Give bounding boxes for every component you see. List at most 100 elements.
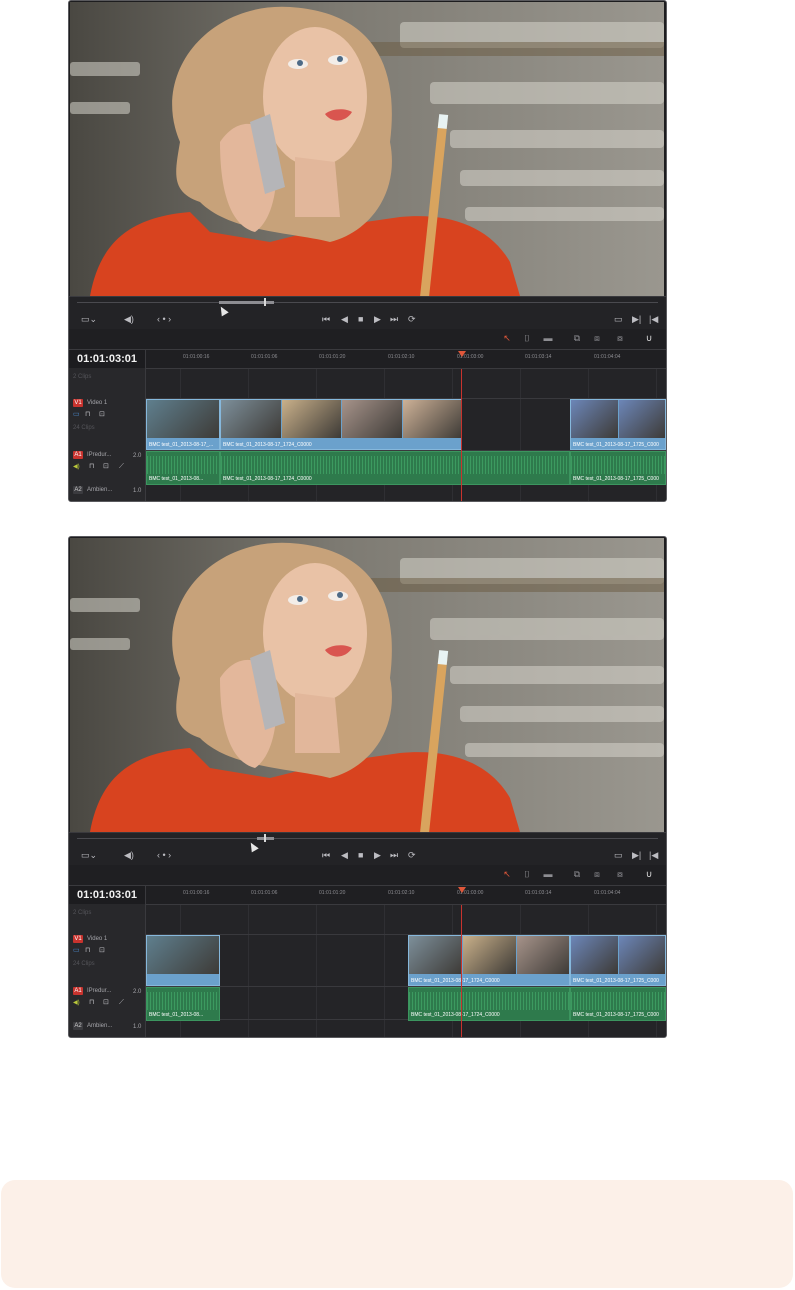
mark-in-icon[interactable]: ▶| xyxy=(632,314,641,324)
overwrite-icon[interactable]: ⧈ xyxy=(591,869,603,879)
audio-lock-icon[interactable]: ⊓ xyxy=(89,462,94,472)
v2-clips-count: 2 Clips xyxy=(73,374,92,380)
stop-icon[interactable]: ■ xyxy=(358,850,363,860)
scrub-knob[interactable] xyxy=(264,834,266,842)
audio-clip[interactable]: BMC test_01_2013-08-17_1724_C0000 xyxy=(408,987,570,1021)
replace-icon[interactable]: ⧇ xyxy=(614,869,626,879)
mark-in-icon[interactable]: ▶| xyxy=(632,850,641,860)
speaker-icon[interactable]: ◀) xyxy=(124,850,134,860)
clip-thumbnail xyxy=(281,400,341,438)
replace-icon[interactable]: ⧇ xyxy=(614,333,626,343)
timeline-tracks: BMC test_01_2013-08-17_... BMC test_01_20… xyxy=(146,369,666,501)
snap-icon[interactable]: ∪ xyxy=(643,333,655,343)
jog-icon[interactable]: ‹ • › xyxy=(157,850,171,860)
insert-icon[interactable]: ⧉ xyxy=(571,333,583,343)
viewer-frame-image xyxy=(70,538,664,832)
auto-select-icon[interactable]: ⊡ xyxy=(99,410,105,420)
play-icon[interactable]: ▶ xyxy=(374,850,381,860)
arrow-tool-icon[interactable]: ↖ xyxy=(501,869,513,879)
track-tag-a1[interactable]: A1 xyxy=(73,987,83,995)
clip-thumbnail xyxy=(342,400,402,438)
play-icon[interactable]: ▶ xyxy=(374,314,381,324)
audio-clip[interactable]: BMC test_01_2013-08... xyxy=(146,987,220,1021)
track-tag-a2[interactable]: A2 xyxy=(73,1022,83,1030)
snap-icon[interactable]: ∪ xyxy=(643,869,655,879)
scrub-track[interactable] xyxy=(77,838,658,839)
playhead-knob[interactable] xyxy=(458,351,466,357)
lock-icon[interactable]: ⊓ xyxy=(85,410,90,420)
trim-tool-icon[interactable]: ⌷ xyxy=(521,333,533,343)
lock-icon[interactable]: ⊓ xyxy=(85,946,90,956)
stop-icon[interactable]: ■ xyxy=(358,314,363,324)
audio-waveform xyxy=(147,992,219,1010)
jog-icon[interactable]: ‹ • › xyxy=(157,314,171,324)
loop-range-icon[interactable]: ▭ xyxy=(614,314,623,324)
monitor-icon[interactable]: ▭⌄ xyxy=(81,314,97,324)
track-tag-v1[interactable]: V1 xyxy=(73,399,83,407)
audio-clip-label: BMC test_01_2013-08... xyxy=(149,1012,204,1018)
monitor-track-icon[interactable]: ▭ xyxy=(73,410,80,420)
track-tag-v1[interactable]: V1 xyxy=(73,935,83,943)
clip-thumbnail xyxy=(409,936,462,974)
monitor-icon[interactable]: ▭⌄ xyxy=(81,850,97,860)
loop-icon[interactable]: ⟳ xyxy=(408,314,416,324)
video-clip[interactable]: BMC test_01_2013-08-17_1725_C000 xyxy=(570,935,666,986)
skip-start-icon[interactable]: ⏮ xyxy=(322,314,330,324)
timeline-ruler[interactable]: 01:01:00:16 01:01:01:06 01:01:01:20 01:01:0… xyxy=(146,886,666,905)
audio-clip-label: BMC test_01_2013-08-17_1724_C0000 xyxy=(411,1012,500,1018)
viewer[interactable] xyxy=(70,538,664,832)
monitor-track-icon[interactable]: ▭ xyxy=(73,946,80,956)
audio-lock-icon[interactable]: ⊓ xyxy=(89,998,94,1008)
skip-end-icon[interactable]: ⏭ xyxy=(390,850,398,860)
audio-monitor-icon[interactable]: ◀) xyxy=(73,462,80,472)
audio-clip[interactable]: BMC test_01_2013-08-17_1724_C0000 xyxy=(220,451,570,485)
loop-range-icon[interactable]: ▭ xyxy=(614,850,623,860)
loop-icon[interactable]: ⟳ xyxy=(408,850,416,860)
track-tag-a1[interactable]: A1 xyxy=(73,451,83,459)
ruler-label: 01:01:01:06 xyxy=(251,890,278,896)
grid-line xyxy=(384,905,385,1037)
audio-clip[interactable]: BMC test_01_2013-08... xyxy=(146,451,220,485)
audio-clip[interactable]: BMC test_01_2013-08-17_1725_C000 xyxy=(570,987,666,1021)
video-clip[interactable]: BMC test_01_2013-08-17_1724_C0000 xyxy=(220,399,462,450)
grid-line xyxy=(248,905,249,1037)
video-clip[interactable]: BMC test_01_2013-08-17_... xyxy=(146,399,220,450)
playhead-line xyxy=(461,369,462,501)
track-header-column: 01:01:03:01 2 Clips V1 Video 1 ⊓ ▭ ⊡ 24 Clips A1… xyxy=(69,886,146,1037)
arrow-tool-icon[interactable]: ↖ xyxy=(501,333,513,343)
waveform-icon[interactable]: ⟋ xyxy=(119,998,124,1008)
video-clip[interactable]: BMC test_01_2013-08-17_1724_C0000 xyxy=(408,935,570,986)
clip-thumbnail xyxy=(571,936,618,974)
clip-thumbnails xyxy=(147,400,219,438)
ruler-label: 01:01:00:16 xyxy=(183,354,210,360)
viewer-frame-image xyxy=(70,2,664,296)
blade-tool-icon[interactable]: ▬ xyxy=(542,869,554,879)
transport-bar: ▭⌄ ◀) ‹ • › ⏮ ◀ ■ ▶ ⏭ ⟳ ▭ ▶| |◀ xyxy=(69,296,666,329)
audio-select-icon[interactable]: ⊡ xyxy=(103,462,109,472)
speaker-icon[interactable]: ◀) xyxy=(124,314,134,324)
audio-monitor-icon[interactable]: ◀) xyxy=(73,998,80,1008)
audio-select-icon[interactable]: ⊡ xyxy=(103,998,109,1008)
mark-out-icon[interactable]: |◀ xyxy=(649,850,658,860)
timeline-ruler[interactable]: 01:01:00:16 01:01:01:06 01:01:01:20 01:01:0… xyxy=(146,350,666,369)
video-clip[interactable] xyxy=(146,935,220,986)
blade-tool-icon[interactable]: ▬ xyxy=(542,333,554,343)
overwrite-icon[interactable]: ⧈ xyxy=(591,333,603,343)
trim-tool-icon[interactable]: ⌷ xyxy=(521,869,533,879)
video-clip-label: BMC test_01_2013-08-17_1725_C000 xyxy=(573,978,659,984)
play-reverse-icon[interactable]: ◀ xyxy=(341,850,348,860)
skip-end-icon[interactable]: ⏭ xyxy=(390,314,398,324)
track-tag-a2[interactable]: A2 xyxy=(73,486,83,494)
playhead-knob[interactable] xyxy=(458,887,466,893)
insert-icon[interactable]: ⧉ xyxy=(571,869,583,879)
play-reverse-icon[interactable]: ◀ xyxy=(341,314,348,324)
mark-out-icon[interactable]: |◀ xyxy=(649,314,658,324)
video-clip[interactable]: BMC test_01_2013-08-17_1725_C000 xyxy=(570,399,666,450)
scrub-knob[interactable] xyxy=(264,298,266,306)
scrub-track[interactable] xyxy=(77,302,658,303)
viewer[interactable] xyxy=(70,2,664,296)
waveform-icon[interactable]: ⟋ xyxy=(119,462,124,472)
skip-start-icon[interactable]: ⏮ xyxy=(322,850,330,860)
audio-clip[interactable]: BMC test_01_2013-08-17_1725_C000 xyxy=(570,451,666,485)
auto-select-icon[interactable]: ⊡ xyxy=(99,946,105,956)
